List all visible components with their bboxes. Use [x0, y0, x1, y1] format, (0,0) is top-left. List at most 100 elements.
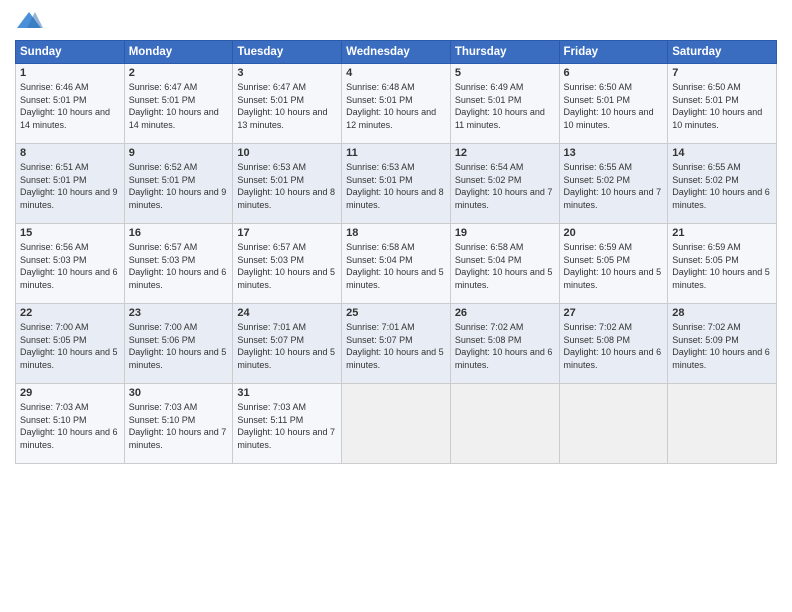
day-number: 23	[129, 307, 229, 319]
day-number: 16	[129, 227, 229, 239]
cell-content: Sunrise: 6:57 AMSunset: 5:03 PMDaylight:…	[129, 241, 229, 291]
calendar-cell: 6 Sunrise: 6:50 AMSunset: 5:01 PMDaylight…	[559, 64, 668, 144]
cell-content: Sunrise: 7:00 AMSunset: 5:05 PMDaylight:…	[20, 321, 120, 371]
header	[15, 10, 777, 32]
logo-icon	[15, 10, 43, 32]
day-number: 4	[346, 67, 446, 79]
calendar-cell	[450, 384, 559, 464]
calendar-cell: 8Sunrise: 6:51 AMSunset: 5:01 PMDaylight…	[16, 144, 125, 224]
weekday-header-thursday: Thursday	[450, 41, 559, 64]
calendar-table: SundayMondayTuesdayWednesdayThursdayFrid…	[15, 40, 777, 464]
logo	[15, 10, 47, 32]
calendar-week-row: 29Sunrise: 7:03 AMSunset: 5:10 PMDayligh…	[16, 384, 777, 464]
calendar-cell: 15 Sunrise: 6:56 AMSunset: 5:03 PMDayligh…	[16, 224, 125, 304]
day-number: 10	[237, 147, 337, 159]
calendar-cell: 26 Sunrise: 7:02 AMSunset: 5:08 PMDayligh…	[450, 304, 559, 384]
cell-content: Sunrise: 6:48 AMSunset: 5:01 PMDaylight:…	[346, 81, 446, 131]
weekday-header-friday: Friday	[559, 41, 668, 64]
calendar-week-row: 22 Sunrise: 7:00 AMSunset: 5:05 PMDayligh…	[16, 304, 777, 384]
day-number: 27	[564, 307, 664, 319]
day-number: 11	[346, 147, 446, 159]
day-number: 24	[237, 307, 337, 319]
calendar-cell	[342, 384, 451, 464]
day-number: 20	[564, 227, 664, 239]
calendar-cell: 12Sunrise: 6:54 AMSunset: 5:02 PMDayligh…	[450, 144, 559, 224]
cell-content: Sunrise: 6:47 AMSunset: 5:01 PMDaylight:…	[129, 81, 229, 131]
calendar-container: SundayMondayTuesdayWednesdayThursdayFrid…	[0, 0, 792, 612]
calendar-cell: 2 Sunrise: 6:47 AMSunset: 5:01 PMDaylight…	[124, 64, 233, 144]
cell-content: Sunrise: 6:53 AMSunset: 5:01 PMDaylight:…	[237, 161, 337, 211]
calendar-cell: 21 Sunrise: 6:59 AMSunset: 5:05 PMDayligh…	[668, 224, 777, 304]
calendar-cell: 17 Sunrise: 6:57 AMSunset: 5:03 PMDayligh…	[233, 224, 342, 304]
cell-content: Sunrise: 6:56 AMSunset: 5:03 PMDaylight:…	[20, 241, 120, 291]
day-number: 15	[20, 227, 120, 239]
cell-content: Sunrise: 7:02 AMSunset: 5:08 PMDaylight:…	[564, 321, 664, 371]
weekday-header-sunday: Sunday	[16, 41, 125, 64]
day-number: 6	[564, 67, 664, 79]
cell-content: Sunrise: 6:52 AMSunset: 5:01 PMDaylight:…	[129, 161, 229, 211]
calendar-cell: 29Sunrise: 7:03 AMSunset: 5:10 PMDayligh…	[16, 384, 125, 464]
day-number: 9	[129, 147, 229, 159]
cell-content: Sunrise: 6:53 AMSunset: 5:01 PMDaylight:…	[346, 161, 446, 211]
calendar-cell: 13 Sunrise: 6:55 AMSunset: 5:02 PMDayligh…	[559, 144, 668, 224]
weekday-header-saturday: Saturday	[668, 41, 777, 64]
cell-content: Sunrise: 6:57 AMSunset: 5:03 PMDaylight:…	[237, 241, 337, 291]
day-number: 18	[346, 227, 446, 239]
calendar-cell: 20 Sunrise: 6:59 AMSunset: 5:05 PMDayligh…	[559, 224, 668, 304]
cell-content: Sunrise: 7:03 AMSunset: 5:10 PMDaylight:…	[20, 401, 120, 451]
calendar-cell: 16 Sunrise: 6:57 AMSunset: 5:03 PMDayligh…	[124, 224, 233, 304]
day-number: 8	[20, 147, 120, 159]
cell-content: Sunrise: 6:59 AMSunset: 5:05 PMDaylight:…	[672, 241, 772, 291]
cell-content: Sunrise: 7:02 AMSunset: 5:08 PMDaylight:…	[455, 321, 555, 371]
day-number: 30	[129, 387, 229, 399]
calendar-cell: 25 Sunrise: 7:01 AMSunset: 5:07 PMDayligh…	[342, 304, 451, 384]
day-number: 22	[20, 307, 120, 319]
day-number: 19	[455, 227, 555, 239]
cell-content: Sunrise: 6:58 AMSunset: 5:04 PMDaylight:…	[346, 241, 446, 291]
day-number: 28	[672, 307, 772, 319]
cell-content: Sunrise: 6:50 AMSunset: 5:01 PMDaylight:…	[564, 81, 664, 131]
calendar-cell: 18 Sunrise: 6:58 AMSunset: 5:04 PMDayligh…	[342, 224, 451, 304]
calendar-cell: 22 Sunrise: 7:00 AMSunset: 5:05 PMDayligh…	[16, 304, 125, 384]
calendar-cell: 1 Sunrise: 6:46 AMSunset: 5:01 PMDaylight…	[16, 64, 125, 144]
calendar-cell: 24 Sunrise: 7:01 AMSunset: 5:07 PMDayligh…	[233, 304, 342, 384]
cell-content: Sunrise: 6:59 AMSunset: 5:05 PMDaylight:…	[564, 241, 664, 291]
weekday-header-wednesday: Wednesday	[342, 41, 451, 64]
cell-content: Sunrise: 7:03 AMSunset: 5:11 PMDaylight:…	[237, 401, 337, 451]
calendar-week-row: 8Sunrise: 6:51 AMSunset: 5:01 PMDaylight…	[16, 144, 777, 224]
cell-content: Sunrise: 7:01 AMSunset: 5:07 PMDaylight:…	[237, 321, 337, 371]
calendar-cell: 9 Sunrise: 6:52 AMSunset: 5:01 PMDaylight…	[124, 144, 233, 224]
calendar-cell: 28 Sunrise: 7:02 AMSunset: 5:09 PMDayligh…	[668, 304, 777, 384]
day-number: 3	[237, 67, 337, 79]
calendar-cell: 11 Sunrise: 6:53 AMSunset: 5:01 PMDayligh…	[342, 144, 451, 224]
day-number: 17	[237, 227, 337, 239]
day-number: 13	[564, 147, 664, 159]
cell-content: Sunrise: 6:47 AMSunset: 5:01 PMDaylight:…	[237, 81, 337, 131]
calendar-cell: 23 Sunrise: 7:00 AMSunset: 5:06 PMDayligh…	[124, 304, 233, 384]
calendar-cell: 19 Sunrise: 6:58 AMSunset: 5:04 PMDayligh…	[450, 224, 559, 304]
calendar-cell	[668, 384, 777, 464]
cell-content: Sunrise: 6:55 AMSunset: 5:02 PMDaylight:…	[564, 161, 664, 211]
day-number: 1	[20, 67, 120, 79]
calendar-cell: 7Sunrise: 6:50 AMSunset: 5:01 PMDaylight…	[668, 64, 777, 144]
cell-content: Sunrise: 7:02 AMSunset: 5:09 PMDaylight:…	[672, 321, 772, 371]
calendar-cell: 3 Sunrise: 6:47 AMSunset: 5:01 PMDaylight…	[233, 64, 342, 144]
cell-content: Sunrise: 7:03 AMSunset: 5:10 PMDaylight:…	[129, 401, 229, 451]
cell-content: Sunrise: 6:49 AMSunset: 5:01 PMDaylight:…	[455, 81, 555, 131]
cell-content: Sunrise: 7:01 AMSunset: 5:07 PMDaylight:…	[346, 321, 446, 371]
day-number: 12	[455, 147, 555, 159]
day-number: 2	[129, 67, 229, 79]
cell-content: Sunrise: 6:58 AMSunset: 5:04 PMDaylight:…	[455, 241, 555, 291]
calendar-cell: 30 Sunrise: 7:03 AMSunset: 5:10 PMDayligh…	[124, 384, 233, 464]
calendar-cell	[559, 384, 668, 464]
cell-content: Sunrise: 6:46 AMSunset: 5:01 PMDaylight:…	[20, 81, 120, 131]
day-number: 25	[346, 307, 446, 319]
calendar-cell: 5 Sunrise: 6:49 AMSunset: 5:01 PMDaylight…	[450, 64, 559, 144]
day-number: 26	[455, 307, 555, 319]
calendar-cell: 10 Sunrise: 6:53 AMSunset: 5:01 PMDayligh…	[233, 144, 342, 224]
cell-content: Sunrise: 6:50 AMSunset: 5:01 PMDaylight:…	[672, 81, 772, 131]
day-number: 21	[672, 227, 772, 239]
day-number: 5	[455, 67, 555, 79]
cell-content: Sunrise: 6:55 AMSunset: 5:02 PMDaylight:…	[672, 161, 772, 211]
cell-content: Sunrise: 7:00 AMSunset: 5:06 PMDaylight:…	[129, 321, 229, 371]
